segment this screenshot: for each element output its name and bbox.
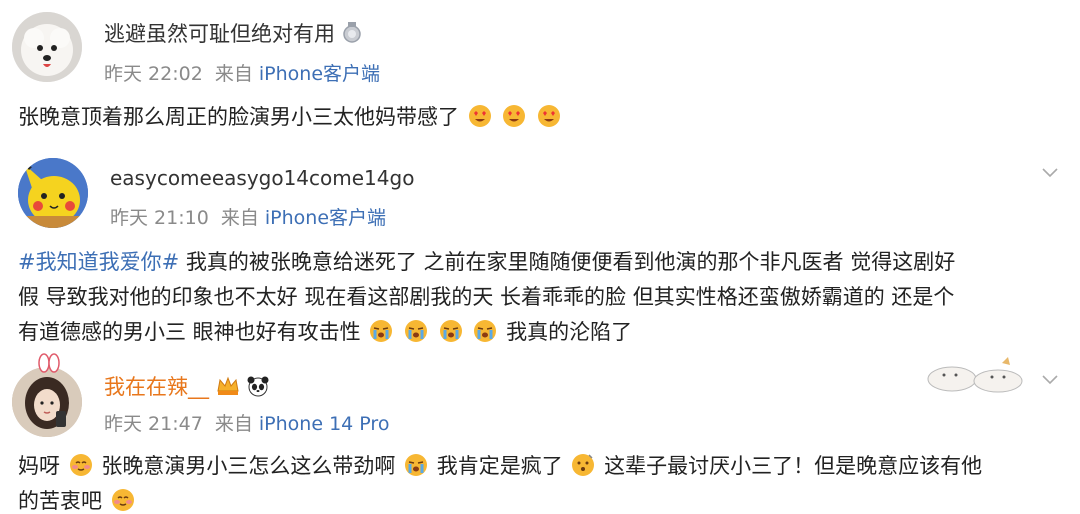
- dog-avatar-icon: [12, 12, 82, 82]
- source-link[interactable]: iPhone客户端: [259, 63, 380, 85]
- heart-eyes-emoji-icon: [468, 105, 491, 127]
- cat-sticker-icon: [927, 357, 1023, 393]
- pikachu-avatar-icon: [18, 158, 88, 228]
- girl-avatar-icon: [12, 367, 82, 437]
- timestamp: 昨天 21:10: [110, 207, 209, 229]
- comment-meta: 昨天 21:10 来自 iPhone客户端: [110, 203, 386, 230]
- comment-meta: 昨天 21:47 来自 iPhone 14 Pro: [104, 409, 389, 436]
- comment-line-text: 张晚意演男小三怎么这么带劲啊: [101, 454, 396, 478]
- from-label: 来自: [220, 207, 259, 229]
- crying-emoji-icon: [439, 320, 462, 342]
- comment-item: 逃避虽然可耻但绝对有用 昨天 22:02 来自 iPhone客户端 张晚意顶着那…: [0, 0, 1080, 148]
- username-text[interactable]: 逃避虽然可耻但绝对有用: [104, 22, 335, 46]
- timestamp: 昨天 21:47: [104, 413, 203, 435]
- comment-line: 的苦衷吧: [18, 484, 1068, 514]
- comment-line-text: 我真的沦陷了: [506, 320, 633, 344]
- chevron-down-icon[interactable]: [1040, 162, 1060, 182]
- topic-link[interactable]: #我知道我爱你#: [18, 250, 179, 274]
- crying-emoji-icon: [405, 454, 428, 476]
- comment-line: #我知道我爱你# 我真的被张晚意给迷死了 之前在家里随随便便看到他演的那个非凡医…: [18, 245, 1068, 280]
- comment-line-text: 妈呀: [18, 454, 60, 478]
- crying-emoji-icon: [405, 320, 428, 342]
- blushing-emoji-icon: [111, 489, 134, 511]
- comment-line: 假 导致我对他的印象也不太好 现在看这部剧我的天 长着乖乖的脸 但其实性格还蛮傲…: [18, 285, 955, 309]
- from-label: 来自: [214, 63, 253, 85]
- username[interactable]: 我在在辣__: [104, 371, 270, 401]
- comment-text: 张晚意顶着那么周正的脸演男小三太他妈带感了: [18, 100, 563, 135]
- chevron-down-icon[interactable]: [1040, 369, 1060, 389]
- comment-line-text: 我肯定是疯了: [436, 454, 563, 478]
- medal-icon: [342, 22, 361, 43]
- username[interactable]: 逃避虽然可耻但绝对有用: [104, 18, 362, 48]
- source-link[interactable]: iPhone客户端: [265, 207, 386, 229]
- timestamp: 昨天 22:02: [104, 63, 203, 85]
- crying-emoji-icon: [370, 320, 393, 342]
- avatar[interactable]: [18, 158, 88, 228]
- blushing-emoji-icon: [69, 454, 92, 476]
- comment-line: 有道德感的男小三 眼神也好有攻击性 我真的沦陷了: [18, 315, 1068, 350]
- comment-text: 妈呀 张晚意演男小三怎么这么带劲啊 我肯定是疯了 这辈子最讨厌小三了！但是晚意应…: [18, 449, 1068, 514]
- comment-meta: 昨天 22:02 来自 iPhone客户端: [104, 59, 380, 86]
- from-label: 来自: [214, 413, 253, 435]
- bunny-ears-icon: [38, 353, 60, 373]
- comment-item: easycomeeasygo14come14go 昨天 21:10 来自 iPh…: [0, 148, 1080, 351]
- heart-eyes-emoji-icon: [538, 105, 561, 127]
- heart-eyes-emoji-icon: [503, 105, 526, 127]
- crying-emoji-icon: [474, 320, 497, 342]
- comment-line-text: 我真的被张晚意给迷死了 之前在家里随随便便看到他演的那个非凡医者 觉得这剧好: [179, 250, 956, 274]
- comment-text: #我知道我爱你# 我真的被张晚意给迷死了 之前在家里随随便便看到他演的那个非凡医…: [18, 245, 1068, 350]
- avatar[interactable]: [12, 367, 82, 437]
- comment-line-text: 有道德感的男小三 眼神也好有攻击性: [18, 320, 361, 344]
- avatar[interactable]: [12, 12, 82, 82]
- crown-badge-icon: [217, 376, 239, 395]
- username[interactable]: easycomeeasygo14come14go: [110, 166, 414, 190]
- panda-icon: [247, 376, 269, 397]
- username-text[interactable]: 我在在辣__: [104, 375, 209, 399]
- thinking-emoji-icon: [572, 454, 595, 476]
- comment-line-text: 的苦衷吧: [18, 489, 102, 513]
- comment-text-body: 张晚意顶着那么周正的脸演男小三太他妈带感了: [18, 105, 459, 129]
- source-link[interactable]: iPhone 14 Pro: [259, 413, 390, 435]
- comment-item: 我在在辣__ 昨天 21:47 来自 iPhone 14 Pro 妈呀 张晚意演…: [0, 351, 1080, 514]
- comment-line: 妈呀 张晚意演男小三怎么这么带劲啊 我肯定是疯了 这辈子最讨厌小三了！但是晚意应…: [18, 449, 1068, 484]
- comment-line-text: 这辈子最讨厌小三了！但是晚意应该有他: [604, 454, 983, 478]
